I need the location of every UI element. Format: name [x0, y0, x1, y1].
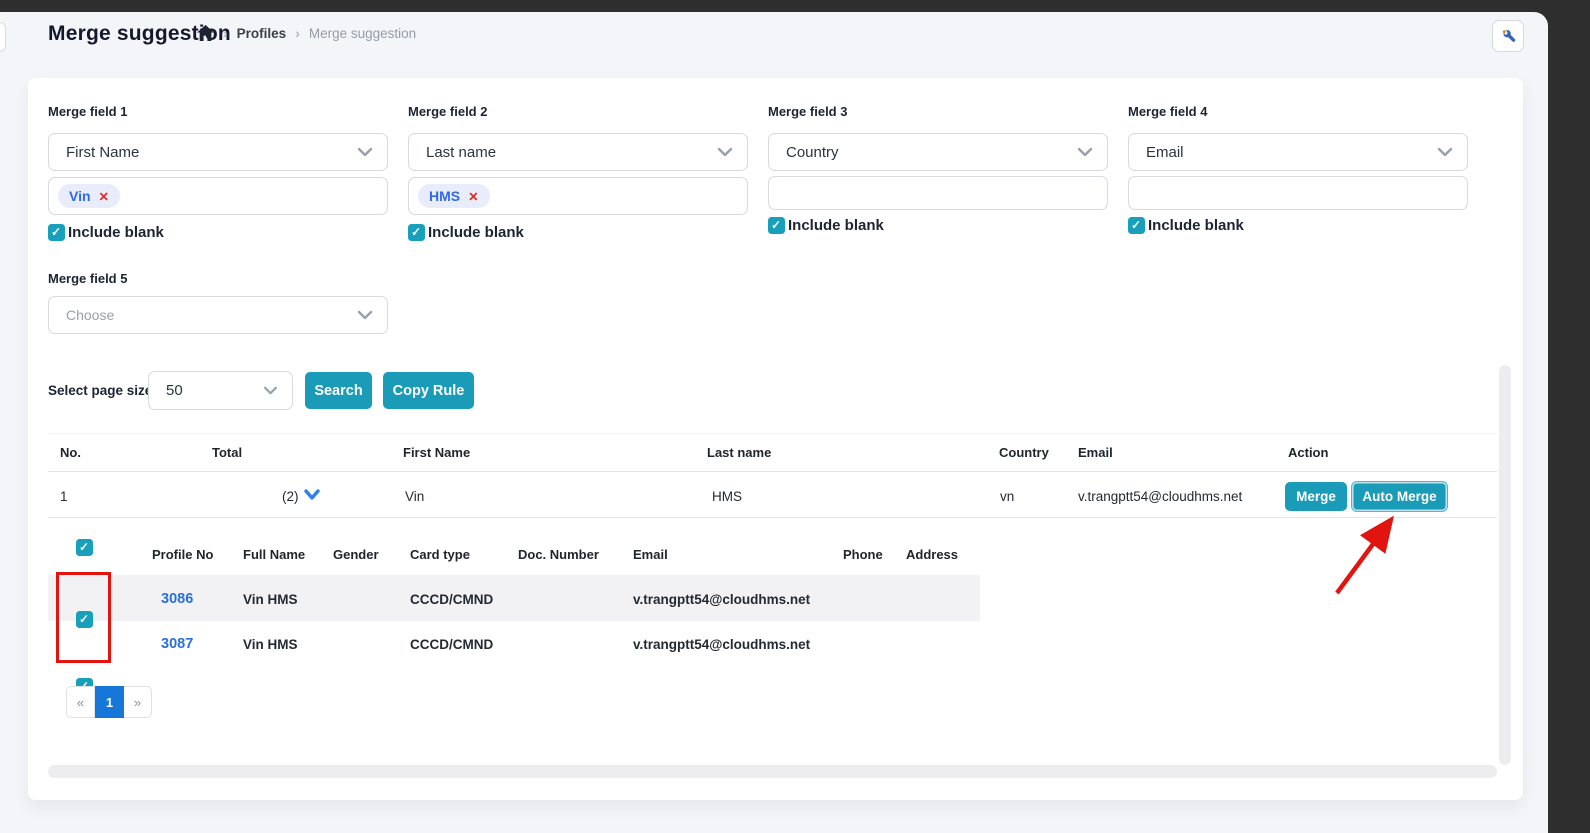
merge-field-3-label: Merge field 3	[768, 104, 847, 119]
horizontal-scrollbar[interactable]	[48, 765, 1497, 778]
chevron-separator-icon	[286, 25, 309, 41]
vertical-scrollbar[interactable]	[1499, 365, 1511, 765]
row-checkbox[interactable]	[76, 611, 93, 628]
copy-rule-button[interactable]: Copy Rule	[383, 372, 474, 409]
merge-field-4-label: Merge field 4	[1128, 104, 1207, 119]
row-first-name: Vin	[405, 489, 424, 504]
pagination-page-1[interactable]: 1	[95, 686, 124, 718]
merge-field-3-values-input[interactable]	[768, 176, 1108, 210]
include-blank-checkbox[interactable]	[1128, 217, 1145, 234]
remove-tag-icon[interactable]: ✕	[99, 189, 109, 204]
merge-field-3-select[interactable]: Country	[768, 133, 1108, 171]
include-blank-checkbox[interactable]	[408, 224, 425, 241]
auto-merge-button[interactable]: Auto Merge	[1352, 482, 1447, 511]
expand-chevron-icon[interactable]	[304, 489, 320, 501]
chevron-down-icon	[1077, 147, 1093, 157]
remove-tag-icon[interactable]: ✕	[468, 189, 478, 204]
search-button[interactable]: Search	[305, 372, 372, 409]
wrench-icon	[1500, 28, 1517, 45]
col-full-name: Full Name	[243, 547, 305, 562]
col-email: Email	[1078, 445, 1113, 460]
col-gender: Gender	[333, 547, 379, 562]
merge-field-5-placeholder: Choose	[66, 307, 114, 323]
value-tag: Vin ✕	[58, 184, 120, 208]
card-type: CCCD/CMND	[410, 637, 493, 652]
merge-field-3-value: Country	[786, 144, 839, 161]
merge-field-4-value: Email	[1146, 144, 1184, 161]
home-icon[interactable]	[197, 25, 214, 41]
profile-no-link[interactable]: 3087	[161, 636, 193, 652]
pagination-prev-button[interactable]: «	[66, 686, 95, 718]
col-address: Address	[906, 547, 958, 562]
include-blank-checkbox[interactable]	[768, 217, 785, 234]
merge-field-5-label: Merge field 5	[48, 271, 127, 286]
merge-button[interactable]: Merge	[1285, 482, 1347, 511]
row-last-name: HMS	[712, 489, 742, 504]
page-size-label: Select page size:	[48, 383, 157, 398]
email: v.trangptt54@cloudhms.net	[633, 637, 810, 652]
merge-field-2-values-input[interactable]: HMS ✕	[408, 177, 748, 215]
chevron-down-icon	[357, 147, 373, 157]
include-blank-label: Include blank	[1148, 217, 1244, 234]
col-last-name: Last name	[707, 445, 771, 460]
sidebar-toggle-partial[interactable]	[0, 22, 6, 52]
pagination-next-button[interactable]: »	[123, 686, 152, 718]
chevron-down-icon	[1437, 147, 1453, 157]
chevron-down-icon	[357, 310, 373, 320]
merge-field-2-select[interactable]: Last name	[408, 133, 748, 171]
profile-no-link[interactable]: 3086	[161, 591, 193, 607]
merge-field-1-label: Merge field 1	[48, 104, 127, 119]
full-name: Vin HMS	[243, 592, 298, 607]
chevron-down-icon	[717, 147, 733, 157]
include-blank-label: Include blank	[428, 224, 524, 241]
tag-text: HMS	[429, 188, 460, 204]
include-blank-label: Include blank	[68, 224, 164, 241]
col-doc-number: Doc. Number	[518, 547, 599, 562]
include-blank-label: Include blank	[788, 217, 884, 234]
row-no: 1	[60, 489, 68, 504]
pagination: « 1 »	[66, 686, 152, 718]
merge-field-1-select[interactable]: First Name	[48, 133, 388, 171]
col-detail-email: Email	[633, 547, 668, 562]
merge-field-5-select[interactable]: Choose	[48, 296, 388, 334]
email: v.trangptt54@cloudhms.net	[633, 592, 810, 607]
include-blank-checkbox[interactable]	[48, 224, 65, 241]
settings-wrench-button[interactable]	[1492, 20, 1524, 52]
merge-field-2-label: Merge field 2	[408, 104, 487, 119]
col-profile-no: Profile No	[152, 547, 213, 562]
col-phone: Phone	[843, 547, 883, 562]
col-card-type: Card type	[410, 547, 470, 562]
chevron-separator-icon	[214, 25, 237, 41]
merge-field-4-select[interactable]: Email	[1128, 133, 1468, 171]
row-total: (2)	[282, 489, 299, 504]
value-tag: HMS ✕	[418, 184, 490, 208]
col-no: No.	[60, 445, 81, 460]
card-type: CCCD/CMND	[410, 592, 493, 607]
tag-text: Vin	[69, 188, 91, 204]
select-all-checkbox[interactable]	[76, 539, 93, 556]
merge-field-1-values-input[interactable]: Vin ✕	[48, 177, 388, 215]
merge-field-1-value: First Name	[66, 144, 139, 161]
merge-field-2-value: Last name	[426, 144, 496, 161]
breadcrumb-profiles-link[interactable]: Profiles	[237, 26, 287, 41]
page-size-select[interactable]: 50	[148, 371, 293, 410]
chevron-down-icon	[263, 386, 278, 395]
col-country: Country	[999, 445, 1049, 460]
col-first-name: First Name	[403, 445, 470, 460]
merge-field-4-values-input[interactable]	[1128, 176, 1468, 210]
page-size-value: 50	[166, 382, 183, 399]
row-email: v.trangptt54@cloudhms.net	[1078, 489, 1242, 504]
breadcrumb: Profiles Merge suggestion	[197, 25, 416, 41]
full-name: Vin HMS	[243, 637, 298, 652]
col-action: Action	[1288, 445, 1328, 460]
col-total: Total	[212, 445, 242, 460]
breadcrumb-current: Merge suggestion	[309, 26, 416, 41]
row-country: vn	[1000, 489, 1014, 504]
